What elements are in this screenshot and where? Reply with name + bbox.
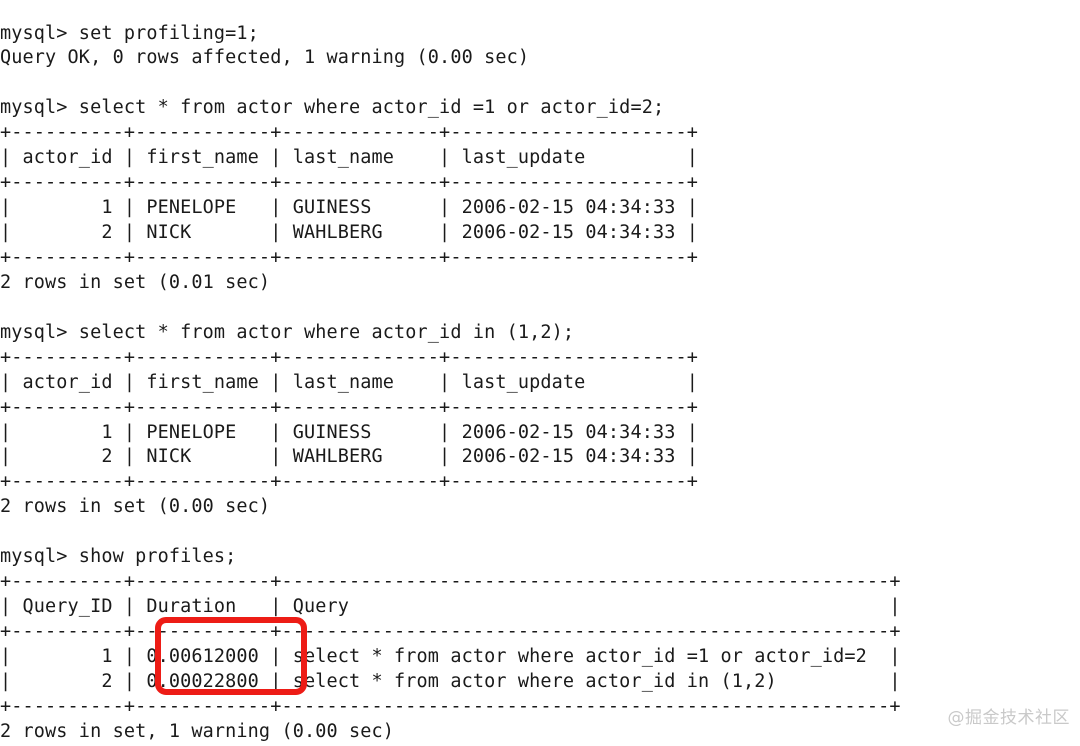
terminal-line: +----------+------------+---------------… <box>0 571 901 593</box>
terminal-line: +----------+------------+--------------+… <box>0 471 698 493</box>
terminal-line: | 2 | NICK | WAHLBERG | 2006-02-15 04:34… <box>0 222 698 243</box>
terminal-output[interactable]: mysql> set profiling=1; Query OK, 0 rows … <box>0 22 1080 745</box>
terminal-line: +----------+------------+---------------… <box>0 621 901 642</box>
terminal-screen: mysql> set profiling=1; Query OK, 0 rows … <box>0 0 1080 746</box>
terminal-line: mysql> set profiling=1; <box>0 22 259 44</box>
terminal-line: +----------+------------+--------------+… <box>0 396 698 418</box>
terminal-line: 2 rows in set (0.01 sec) <box>0 271 271 293</box>
terminal-line: +----------+------------+--------------+… <box>0 346 698 368</box>
terminal-line: | 1 | PENELOPE | GUINESS | 2006-02-15 04… <box>0 421 698 443</box>
terminal-line: +----------+------------+--------------+… <box>0 122 698 144</box>
terminal-line: +----------+------------+---------------… <box>0 695 901 717</box>
terminal-line: 2 rows in set, 1 warning (0.00 sec) <box>0 720 395 742</box>
terminal-line: | actor_id | first_name | last_name | la… <box>0 147 698 169</box>
terminal-line: +----------+------------+--------------+… <box>0 172 698 194</box>
terminal-line: 2 rows in set (0.00 sec) <box>0 496 271 518</box>
watermark: @掘金技术社区 <box>947 708 1070 728</box>
terminal-line: +----------+------------+--------------+… <box>0 246 698 268</box>
terminal-line: | 2 | 0.00022800 | select * from actor w… <box>0 670 901 692</box>
terminal-line: | Query_ID | Duration | Query | <box>0 596 901 618</box>
terminal-line: | 1 | PENELOPE | GUINESS | 2006-02-15 04… <box>0 197 698 219</box>
terminal-line: | actor_id | first_name | last_name | la… <box>0 371 698 393</box>
terminal-line: | 1 | 0.00612000 | select * from actor w… <box>0 645 901 667</box>
terminal-line: Query OK, 0 rows affected, 1 warning (0.… <box>0 47 530 69</box>
terminal-line: mysql> show profiles; <box>0 546 237 568</box>
terminal-line: | 2 | NICK | WAHLBERG | 2006-02-15 04:34… <box>0 446 698 468</box>
terminal-line: mysql> select * from actor where actor_i… <box>0 97 665 119</box>
terminal-line: mysql> select * from actor where actor_i… <box>0 321 575 343</box>
